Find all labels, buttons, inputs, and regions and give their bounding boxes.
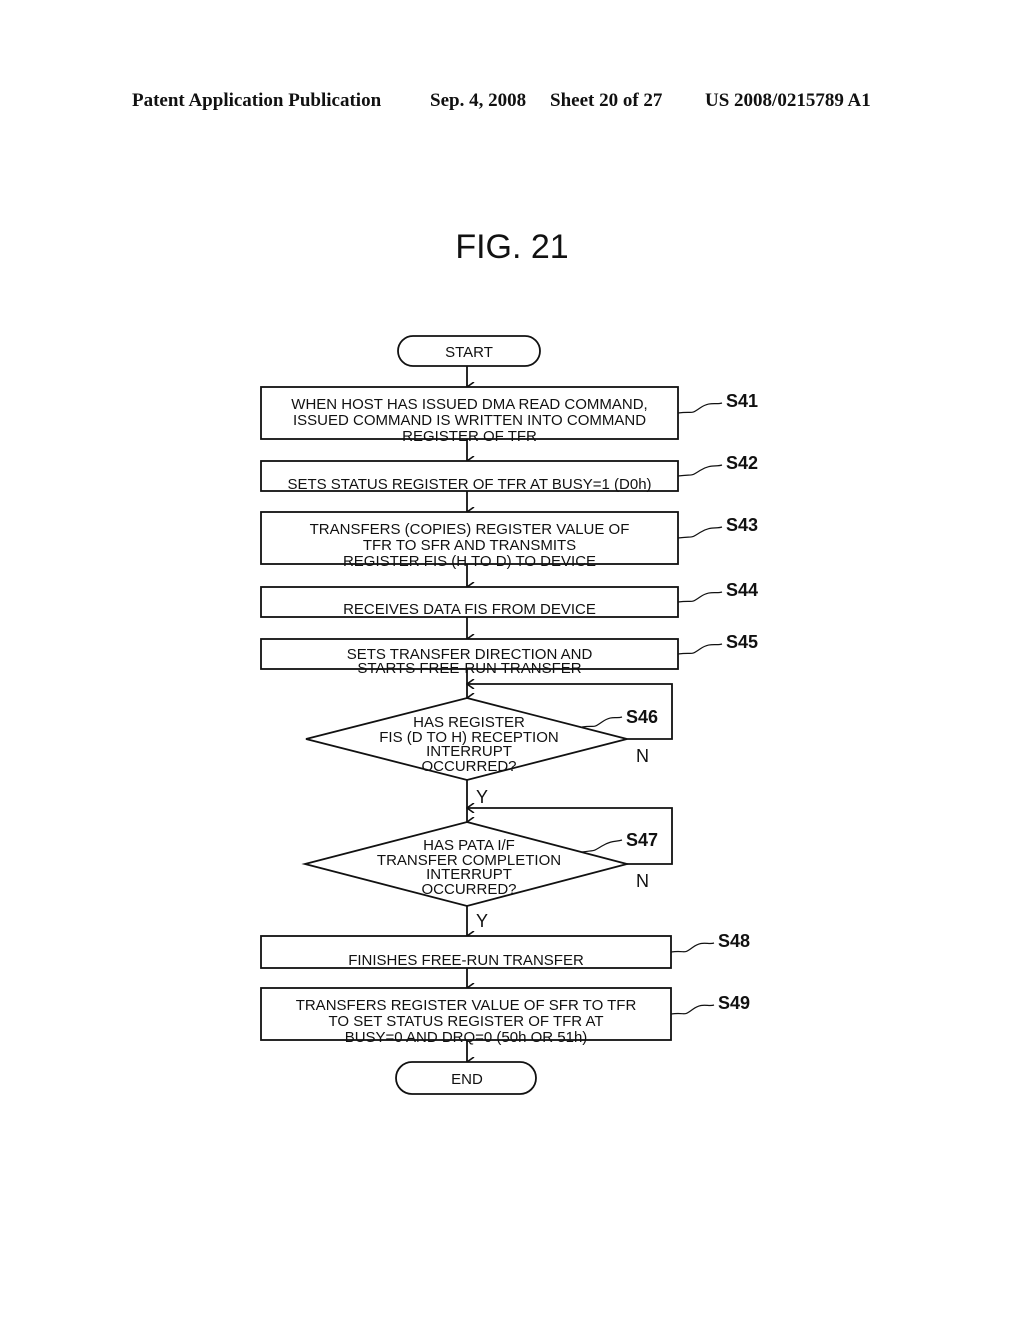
leader-line-s46 bbox=[581, 716, 623, 728]
yes-branch-label: Y bbox=[476, 911, 488, 931]
step-text-line: TO SET STATUS REGISTER OF TFR AT bbox=[328, 1013, 603, 1030]
step-label-s45: S45 bbox=[726, 632, 758, 652]
yes-branch-label: Y bbox=[476, 787, 488, 807]
leader-line-s48 bbox=[670, 942, 715, 953]
leader-line-s44 bbox=[677, 591, 723, 603]
leader-line-s45 bbox=[677, 643, 723, 655]
step-label-s42: S42 bbox=[726, 453, 758, 473]
leader-line-s41 bbox=[677, 402, 723, 414]
step-label-s48: S48 bbox=[718, 931, 750, 951]
leader-line-s43 bbox=[677, 526, 723, 539]
step-text-line: TRANSFERS (COPIES) REGISTER VALUE OF bbox=[310, 521, 630, 538]
decision-text-line: OCCURRED? bbox=[421, 881, 516, 898]
step-label-s47: S47 bbox=[626, 830, 658, 850]
step-label-s43: S43 bbox=[726, 515, 758, 535]
step-text-line: TFR TO SFR AND TRANSMITS bbox=[363, 537, 576, 554]
step-text-line: REGISTER OF TFR bbox=[402, 428, 537, 445]
shapes: START WHEN HOST HAS ISSUED DMA READ COMMA… bbox=[260, 335, 758, 1095]
step-text-line: STARTS FREE-RUN TRANSFER bbox=[357, 660, 581, 677]
step-text-line: FINISHES FREE-RUN TRANSFER bbox=[348, 952, 584, 969]
step-text-line: BUSY=0 AND DRQ=0 (50h OR 51h) bbox=[345, 1029, 588, 1046]
step-text-line: TRANSFERS REGISTER VALUE OF SFR TO TFR bbox=[296, 997, 637, 1014]
no-branch-label: N bbox=[636, 871, 649, 891]
step-text-line: WHEN HOST HAS ISSUED DMA READ COMMAND, bbox=[291, 396, 647, 413]
start-label: START bbox=[445, 344, 493, 361]
step-label-s44: S44 bbox=[726, 580, 758, 600]
leader-line-s47 bbox=[581, 839, 623, 853]
leader-line-s42 bbox=[677, 464, 723, 477]
step-text-line: SETS STATUS REGISTER OF TFR AT BUSY=1 (D… bbox=[287, 476, 651, 493]
step-text-line: REGISTER FIS (H TO D) TO DEVICE bbox=[343, 553, 596, 570]
flowchart: START WHEN HOST HAS ISSUED DMA READ COMMA… bbox=[260, 335, 758, 1095]
step-label-s46: S46 bbox=[626, 707, 658, 727]
step-text-line: ISSUED COMMAND IS WRITTEN INTO COMMAND bbox=[293, 412, 646, 429]
step-label-s49: S49 bbox=[718, 993, 750, 1013]
decision-text-line: OCCURRED? bbox=[421, 758, 516, 775]
step-label-s41: S41 bbox=[726, 391, 758, 411]
step-text-line: RECEIVES DATA FIS FROM DEVICE bbox=[343, 601, 596, 618]
end-label: END bbox=[451, 1071, 483, 1088]
no-branch-label: N bbox=[636, 746, 649, 766]
leader-line-s49 bbox=[670, 1004, 715, 1015]
